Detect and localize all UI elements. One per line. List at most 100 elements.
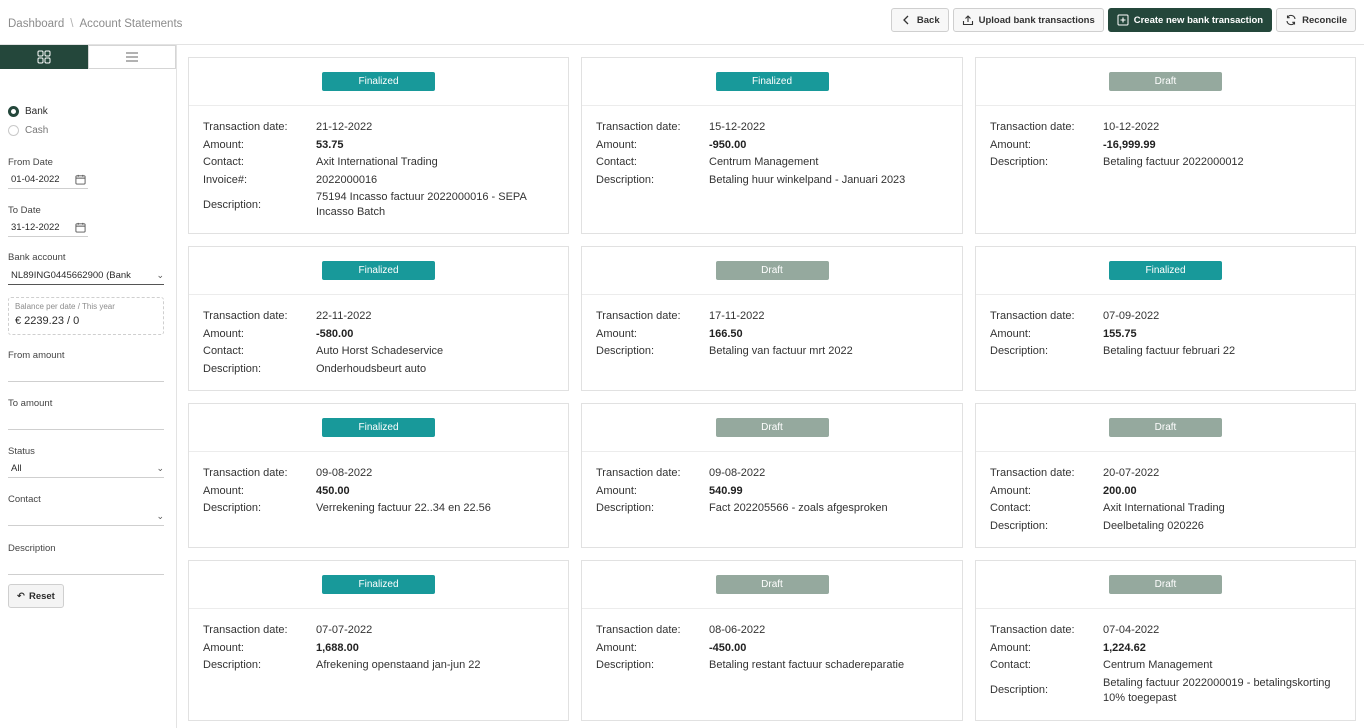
list-view-button[interactable] [88, 45, 176, 69]
card-header: Finalized [189, 247, 568, 295]
description-value: Deelbetaling 020226 [1103, 519, 1204, 532]
balance-box: Balance per date / This year € 2239.23 /… [8, 297, 164, 335]
amount-value: 1,224.62 [1103, 641, 1146, 654]
radio-unchecked[interactable] [8, 125, 19, 136]
reset-label: Reset [28, 590, 55, 602]
amount-value: 540.99 [709, 484, 743, 497]
card-header: Draft [582, 404, 962, 452]
status-badge: Draft [1109, 575, 1222, 594]
type-cash-radio[interactable]: Cash [8, 125, 48, 136]
amount-label: Amount: [596, 138, 637, 151]
card-details: Transaction date: 15-12-2022 Amount: -950.0… [582, 106, 962, 188]
status-badge: Finalized [715, 72, 829, 91]
grid-view-button[interactable] [0, 45, 88, 69]
amount-row: Amount: 53.75 [203, 138, 568, 153]
contact-label: Contact: [990, 502, 1031, 514]
to-date-input[interactable]: 31-12-2022 [8, 219, 88, 237]
contact-row: Contact: Axit International Trading [990, 501, 1355, 516]
invoice-label: Invoice#: [203, 173, 248, 186]
amount-value: -950.00 [709, 138, 747, 151]
transaction-date-label: Transaction date: [203, 467, 288, 479]
description-label: Description: [596, 502, 655, 514]
transaction-card[interactable]: Finalized Transaction date: 07-09-2022 Amou… [975, 246, 1356, 391]
status-badge: Finalized [322, 72, 435, 91]
description-input[interactable] [8, 557, 164, 575]
reset-button[interactable]: ↶ Reset [8, 584, 64, 608]
to-amount-input[interactable] [8, 412, 164, 430]
transaction-card[interactable]: Draft Transaction date: 07-04-2022 Amount: 1… [975, 560, 1356, 721]
transaction-date-row: Transaction date: 22-11-2022 [203, 309, 568, 324]
description-row: Description: Verrekening factuur 22..34 e… [203, 501, 568, 516]
transaction-card[interactable]: Finalized Transaction date: 07-07-2022 Amou… [188, 560, 569, 721]
card-header: Draft [582, 247, 962, 295]
transaction-date-value: 21-12-2022 [316, 121, 373, 133]
from-amount-input[interactable] [8, 364, 164, 382]
calendar-icon[interactable] [75, 222, 86, 233]
transaction-card[interactable]: Draft Transaction date: 08-06-2022 Amount: -… [581, 560, 963, 721]
contact-select[interactable]: ⌄ [8, 508, 164, 526]
transaction-date-label: Transaction date: [990, 624, 1075, 636]
card-header: Finalized [582, 58, 962, 106]
description-value: Onderhoudsbeurt auto [316, 362, 427, 375]
amount-label: Amount: [990, 641, 1031, 654]
bank-account-label: Bank account [8, 252, 66, 263]
amount-row: Amount: -16,999.99 [990, 138, 1355, 153]
transaction-card[interactable]: Draft Transaction date: 10-12-2022 Amount: -… [975, 57, 1356, 234]
back-button[interactable]: Back [890, 8, 949, 32]
upload-icon [962, 15, 973, 26]
transaction-date-value: 08-06-2022 [709, 624, 766, 636]
contact-label: Contact: [596, 156, 637, 168]
amount-row: Amount: 200.00 [990, 484, 1355, 499]
description-row: Description: Betaling huur winkelpand - J… [596, 173, 962, 188]
card-details: Transaction date: 09-08-2022 Amount: 540.99… [582, 452, 962, 516]
reconcile-label: Reconcile [1302, 14, 1347, 26]
transaction-date-value: 07-09-2022 [1103, 310, 1160, 322]
card-header: Draft [976, 561, 1355, 609]
card-details: Transaction date: 07-04-2022 Amount: 1,224.… [976, 609, 1355, 706]
transaction-date-label: Transaction date: [596, 467, 681, 479]
transaction-card[interactable]: Finalized Transaction date: 09-08-2022 Amou… [188, 403, 569, 548]
status-badge: Finalized [322, 575, 435, 594]
contact-label: Contact: [990, 659, 1031, 671]
breadcrumb-dashboard[interactable]: Dashboard [8, 18, 64, 30]
contact-value: Axit International Trading [316, 156, 438, 168]
bank-account-select[interactable]: NL89ING0445662900 (Bank ⌄ [8, 267, 164, 285]
calendar-icon[interactable] [75, 174, 86, 185]
reconcile-button[interactable]: Reconcile [1276, 8, 1356, 32]
contact-row: Contact: Auto Horst Schadeservice [203, 344, 568, 359]
status-badge: Finalized [322, 261, 435, 280]
breadcrumb: Dashboard \ Account Statements [8, 18, 182, 30]
transaction-card[interactable]: Draft Transaction date: 09-08-2022 Amount: 5… [581, 403, 963, 548]
upload-bank-transactions-button[interactable]: Upload bank transactions [952, 8, 1104, 32]
amount-value: -580.00 [316, 327, 354, 340]
amount-value: 53.75 [316, 138, 344, 151]
description-label: Description: [990, 684, 1049, 696]
contact-value: Axit International Trading [1103, 502, 1225, 514]
card-header: Finalized [189, 58, 568, 106]
create-bank-transaction-button[interactable]: Create new bank transaction [1107, 8, 1273, 32]
amount-value: 1,688.00 [316, 641, 359, 654]
type-bank-radio[interactable]: Bank [8, 106, 48, 117]
create-label: Create new bank transaction [1133, 14, 1264, 26]
view-toggle [0, 45, 176, 69]
status-badge: Draft [1109, 72, 1222, 91]
plus-square-icon [1117, 14, 1129, 26]
breadcrumb-separator: \ [70, 18, 74, 30]
transaction-card[interactable]: Finalized Transaction date: 21-12-2022 Amou… [188, 57, 569, 234]
transaction-card[interactable]: Finalized Transaction date: 22-11-2022 Amou… [188, 246, 569, 391]
description-value: Betaling factuur 2022000012 [1103, 156, 1244, 168]
status-label: Status [8, 446, 35, 457]
radio-checked[interactable] [8, 106, 19, 117]
transaction-card[interactable]: Finalized Transaction date: 15-12-2022 Amou… [581, 57, 963, 234]
from-date-input[interactable]: 01-04-2022 [8, 171, 88, 189]
status-select[interactable]: All ⌄ [8, 460, 164, 478]
description-row: Description: Onderhoudsbeurt auto [203, 362, 568, 377]
transaction-card[interactable]: Draft Transaction date: 20-07-2022 Amount: 2… [975, 403, 1356, 548]
amount-value: -16,999.99 [1103, 138, 1156, 151]
transaction-date-label: Transaction date: [203, 121, 288, 133]
description-label: Description: [203, 198, 262, 211]
amount-value: 450.00 [316, 484, 350, 497]
transaction-card[interactable]: Draft Transaction date: 17-11-2022 Amount: 1… [581, 246, 963, 391]
description-row: Description: Deelbetaling 020226 [990, 519, 1355, 534]
transaction-date-row: Transaction date: 10-12-2022 [990, 120, 1355, 135]
